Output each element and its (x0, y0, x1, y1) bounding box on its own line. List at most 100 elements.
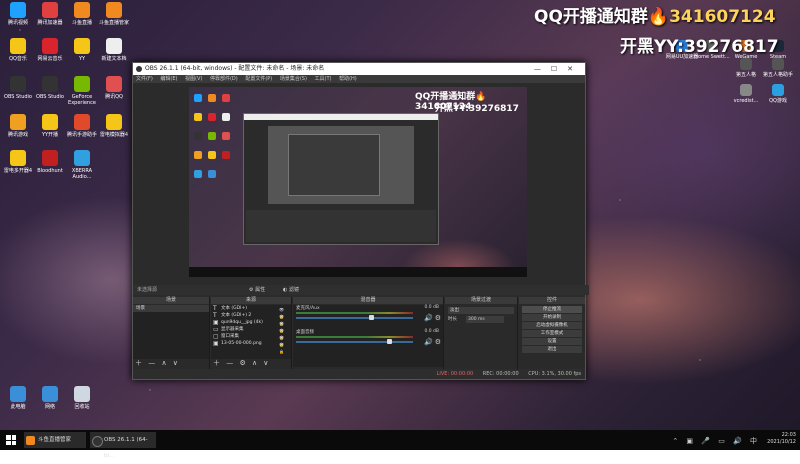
menu-help[interactable]: 帮助(H) (339, 76, 357, 82)
obs-preview-canvas[interactable]: QQ开播通知群🔥341607124 开黑YY:39276817 (189, 87, 527, 277)
source-name: 文本 (GDI+) 2 (221, 313, 252, 318)
sources-toolbar[interactable]: ＋ — ⚙ ∧ ∨ (213, 358, 270, 368)
filters-button[interactable]: ◐ 滤镜 (283, 286, 299, 294)
desktop-icon[interactable]: 新建文本档 (96, 38, 132, 62)
preview-nested-obs (243, 113, 439, 245)
visibility-lock-icon[interactable]: 👁🔒 (279, 334, 289, 347)
desktop-icon[interactable]: 第五人格助手 (760, 58, 796, 78)
preview-taskbar (189, 267, 527, 277)
visibility-lock-icon[interactable]: 👁🔒 (279, 327, 289, 340)
windows-start-icon[interactable] (6, 435, 16, 445)
app-icon (10, 150, 26, 166)
desktop-icon[interactable]: XBERRA Audio... (64, 150, 100, 180)
desktop-icon[interactable]: 雷电多开器4 (0, 150, 36, 174)
obs-window[interactable]: OBS 26.1.1 (64-bit, windows) - 配置文件: 未命名… (132, 62, 589, 380)
visibility-lock-icon[interactable]: 👁🔒 (279, 306, 289, 319)
visibility-lock-icon[interactable]: 👁🔒 (279, 313, 289, 326)
transition-select[interactable]: 淡出 (448, 307, 514, 314)
minimize-icon[interactable]: — (534, 65, 551, 73)
menu-file[interactable]: 文件(F) (136, 76, 153, 82)
obs-statusbar: LIVE: 00:00:00 REC: 00:00:00 CPU: 3.1%, … (133, 369, 585, 379)
desktop-icon[interactable]: QQ游戏 (760, 84, 796, 104)
desktop-icon[interactable]: 腾讯加速器 (32, 2, 68, 26)
source-name: 显示器采集 (221, 327, 244, 332)
window-controls[interactable]: —☐✕ (534, 63, 583, 75)
taskbar-app-douyu[interactable]: 斗鱼直播管家 (24, 432, 86, 448)
desktop-icon[interactable]: Bloodhunt (32, 150, 68, 174)
app-icon (42, 2, 58, 18)
settings-button[interactable]: 设置 (522, 338, 582, 345)
obs-app-icon (92, 436, 103, 447)
taskbar-clock[interactable]: 22:03 2021/10/12 (767, 432, 796, 448)
app-icon (10, 114, 26, 130)
source-name: 文本 (GDI+) (221, 306, 247, 311)
desktop-icon[interactable]: 斗鱼直播 (64, 2, 100, 26)
desktop-icon[interactable]: QQ音乐 (0, 38, 36, 62)
source-item[interactable]: ▣ qun9dqu__jpg (4k) 👁🔒 (211, 319, 291, 334)
scenes-toolbar[interactable]: ＋ — ∧ ∨ (135, 358, 180, 368)
duration-input[interactable]: 300 ms (466, 316, 504, 323)
desktop-icon[interactable]: 腾讯手游助手 (64, 114, 100, 138)
menu-tools[interactable]: 工具(T) (315, 76, 332, 82)
desktop-icon[interactable]: 腾讯游戏 (0, 114, 36, 138)
speaker-icon[interactable]: 🔊 (424, 314, 433, 322)
maximize-icon[interactable]: ☐ (551, 65, 567, 73)
system-tray-icons[interactable]: ⌃ ▣ 🎤 ▭ 🔊 中 (672, 436, 760, 446)
source-item[interactable]: T 文本 (GDI+) 👁🔒 (211, 305, 291, 320)
mic-volume-knob[interactable] (368, 315, 374, 320)
properties-button[interactable]: ⚙ 属性 (249, 286, 265, 294)
desktop-volume-slider[interactable] (296, 341, 413, 343)
desktop-icon[interactable]: 网易云音乐 (32, 38, 68, 62)
desktop-icon[interactable]: 第五人格 (728, 58, 764, 78)
app-icon (740, 58, 752, 70)
source-item[interactable]: ▣ 13-05-00-000.png 👁🔒 (211, 340, 291, 355)
desktop-icon[interactable]: YY (64, 38, 100, 62)
source-item[interactable]: ▭ 显示器采集 👁🔒 (211, 326, 291, 341)
exit-button[interactable]: 退出 (522, 346, 582, 353)
taskbar-app-obs[interactable]: OBS 26.1.1 (64-bi... (90, 432, 156, 459)
mixer-dock: 混音器 麦克风/Aux 0.0 dB 🔊 ⚙ 桌面音频 0.0 dB 🔊 ⚙ (293, 297, 444, 369)
desktop-icon[interactable]: YY开播 (32, 114, 68, 138)
menu-profile[interactable]: 配置文件(P) (245, 76, 272, 82)
visibility-lock-icon[interactable]: 👁🔒 (279, 341, 289, 354)
desktop-icon[interactable]: 斗鱼直播管家 (96, 2, 132, 26)
obs-titlebar[interactable]: OBS 26.1.1 (64-bit, windows) - 配置文件: 未命名… (133, 63, 585, 75)
stop-streaming-button[interactable]: 停止推流 (522, 306, 582, 313)
desktop-icon[interactable]: vcredist... (728, 84, 764, 104)
app-icon (106, 38, 122, 54)
visibility-lock-icon[interactable]: 👁🔒 (279, 320, 289, 333)
desktop-icon[interactable]: 雷电模拟器4 (96, 114, 132, 138)
cpu-fps: CPU: 3.1%, 30.00 fps (528, 371, 581, 377)
window-source-icon: ▢ (213, 333, 219, 340)
desktop-icon-label: 腾讯视频 (7, 20, 28, 26)
clock-time: 22:03 (781, 432, 796, 438)
start-virtual-camera-button[interactable]: 启动虚拟摄像机 (522, 322, 582, 329)
source-item[interactable]: T 文本 (GDI+) 2 👁🔒 (211, 312, 291, 327)
close-icon[interactable]: ✕ (567, 65, 583, 73)
menu-view[interactable]: 视图(V) (185, 76, 202, 82)
gear-icon[interactable]: ⚙ (435, 338, 441, 346)
gear-icon[interactable]: ⚙ (435, 314, 441, 322)
source-item[interactable]: ▢ 窗口采集 👁🔒 (211, 333, 291, 348)
douyu-app-icon (26, 436, 35, 445)
desktop-icon[interactable]: 腾讯QQ (96, 76, 132, 100)
desktop-icon-label: OBS Studio (36, 94, 64, 100)
desktop-icon[interactable]: 此电脑 (0, 386, 36, 410)
speaker-icon[interactable]: 🔊 (424, 338, 433, 346)
start-recording-button[interactable]: 开始录制 (522, 314, 582, 321)
desktop-icon[interactable]: OBS Studio (32, 76, 68, 100)
desktop-icon[interactable]: 回收站 (64, 386, 100, 410)
desktop-volume-knob[interactable] (387, 339, 393, 344)
menu-scene-collection[interactable]: 场景集合(S) (280, 76, 307, 82)
scene-item[interactable]: 场景 (133, 305, 209, 312)
desktop-icon[interactable]: 网络 (32, 386, 68, 410)
menu-edit[interactable]: 编辑(E) (160, 76, 177, 82)
studio-mode-button[interactable]: 工作室模式 (522, 330, 582, 337)
mic-level-meter (296, 312, 413, 314)
menu-docks[interactable]: 停靠部件(D) (210, 76, 238, 82)
mic-volume-slider[interactable] (296, 317, 413, 319)
desktop-icon[interactable]: 腾讯视频 (0, 2, 36, 26)
desktop-icon[interactable]: OBS Studio (0, 76, 36, 100)
desktop-icon[interactable]: GeForce Experience (64, 76, 100, 106)
desktop-icon-label: 此电脑 (10, 404, 26, 410)
